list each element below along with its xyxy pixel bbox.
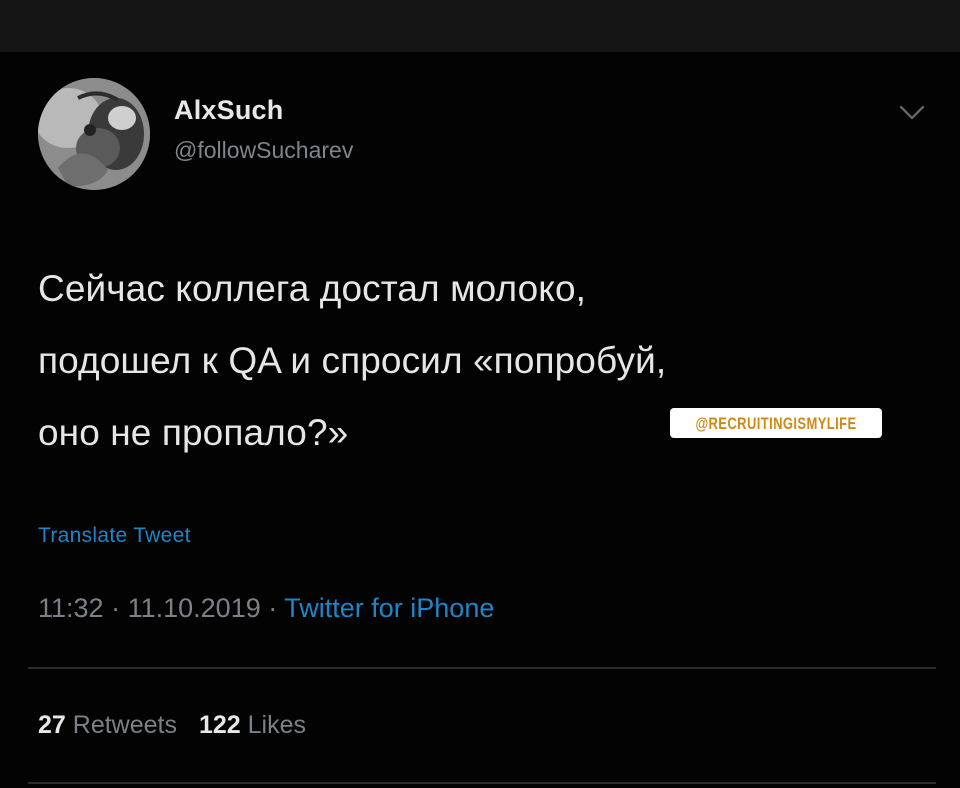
meta-separator: · — [268, 593, 278, 623]
retweets-count: 27 — [38, 711, 66, 739]
display-name[interactable]: AlxSuch — [174, 95, 283, 126]
tweet-time: 11:32 — [38, 593, 104, 623]
watermark-text: @RECRUITINGISMYLIFE — [695, 413, 857, 433]
tweet-meta: 11:32 · 11.10.2019 · Twitter for iPhone — [38, 593, 494, 624]
retweets-label: Retweets — [72, 711, 177, 739]
watermark-badge: @RECRUITINGISMYLIFE — [670, 408, 882, 438]
tweet-text-line: Сейчас коллега достал молоко, — [38, 268, 587, 309]
avatar[interactable] — [38, 78, 150, 190]
retweets-stat[interactable]: 27 Retweets — [38, 711, 177, 739]
chevron-down-icon[interactable] — [898, 104, 926, 122]
user-handle[interactable]: @followSucharev — [174, 137, 353, 164]
translate-tweet-link[interactable]: Translate Tweet — [38, 524, 191, 548]
likes-count: 122 — [198, 711, 241, 739]
tweet-text-line: подошел к QA и спросил «попробуй, — [38, 340, 667, 381]
divider — [28, 667, 936, 669]
likes-stat[interactable]: 122 Likes — [199, 711, 306, 739]
tweet-stats: 27 Retweets 122 Likes — [38, 711, 306, 740]
meta-separator: · — [111, 593, 121, 623]
tweet-source-link[interactable]: Twitter for iPhone — [284, 593, 494, 623]
user-avatar-photo-icon — [38, 78, 150, 190]
top-band — [0, 0, 960, 52]
divider — [28, 782, 936, 784]
tweet-date: 11.10.2019 — [127, 593, 261, 623]
likes-label: Likes — [247, 711, 307, 739]
